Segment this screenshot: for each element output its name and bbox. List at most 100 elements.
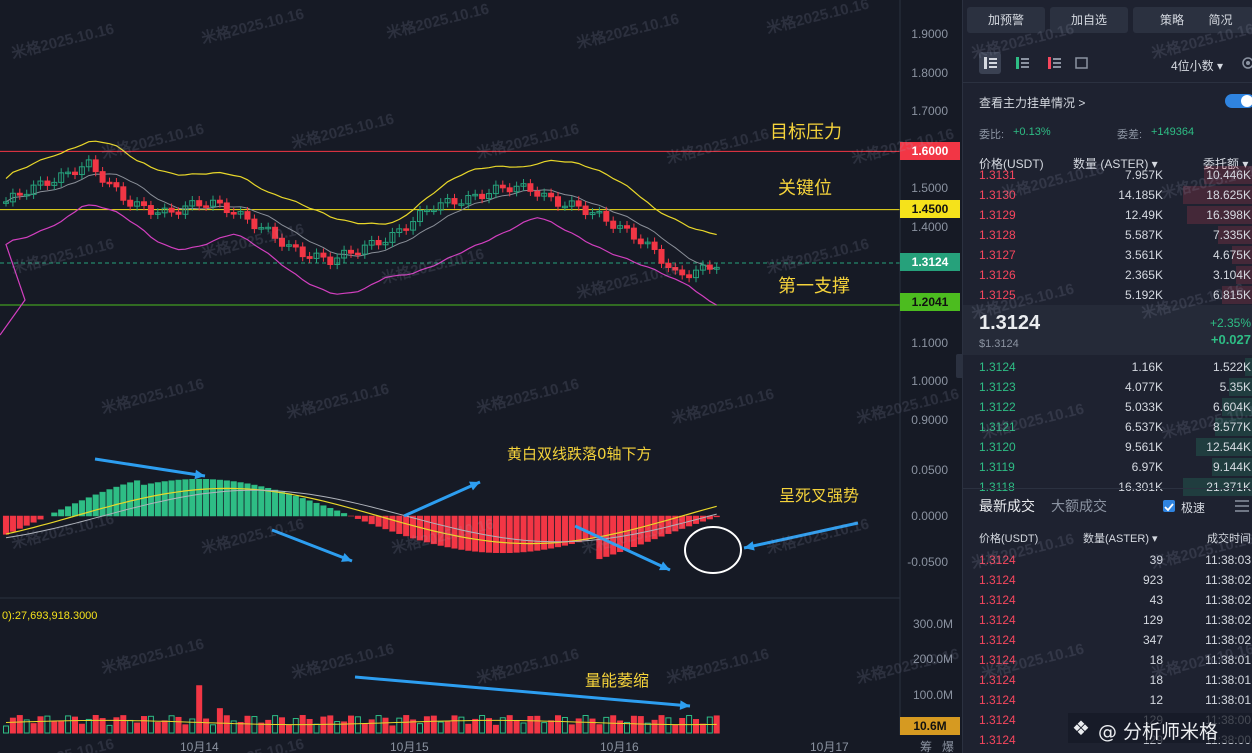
book-row[interactable]: 1.3124 1.16K 1.522K	[963, 357, 1252, 377]
book-bids-icon[interactable]	[1011, 52, 1033, 74]
candle-body	[320, 252, 327, 258]
macd-bar	[396, 515, 403, 534]
trend-arrow	[94, 457, 206, 478]
volume-bar	[706, 716, 713, 734]
book-qty: 3.561K	[1124, 248, 1163, 262]
candle-body	[203, 205, 210, 208]
book-row[interactable]: 1.3128 5.587K 7.335K	[963, 225, 1252, 245]
trade-row: 1.3124 18 11:38:01	[963, 650, 1252, 670]
add-alert-button[interactable]: 加预警	[967, 7, 1045, 33]
macd-bar	[37, 515, 44, 520]
summary-button[interactable]: 简况	[1188, 7, 1252, 33]
volume-bar	[223, 715, 230, 734]
book-amt: 4.675K	[1212, 248, 1251, 262]
macd-bar	[437, 515, 444, 546]
precision-select[interactable]: 4位小数 ▾	[1171, 57, 1223, 74]
price-tick: 1.4000	[911, 220, 948, 234]
trade-price: 1.3124	[979, 713, 1016, 727]
candle-body	[120, 186, 127, 201]
chip-icon[interactable]: 筹	[920, 738, 932, 753]
key-level-annotation: 关键位	[778, 178, 832, 199]
volume-bar	[216, 708, 223, 734]
macd-dif-line	[5, 487, 717, 545]
book-row[interactable]: 1.3125 5.192K 6.815K	[963, 285, 1252, 305]
add-watchlist-button[interactable]: 加自选	[1050, 7, 1128, 33]
book-row[interactable]: 1.3122 5.033K 6.604K	[963, 397, 1252, 417]
volume-bar	[354, 716, 361, 734]
volume-bar	[403, 715, 410, 734]
volume-bar	[610, 715, 617, 734]
candlestick-chart[interactable]	[0, 0, 962, 753]
volume-bar	[313, 723, 320, 734]
trade-price: 1.3124	[979, 633, 1016, 647]
book-row[interactable]: 1.3120 9.561K 12.544K	[963, 437, 1252, 457]
macd-bar	[161, 481, 168, 517]
volume-bar	[65, 715, 72, 734]
candle-body	[327, 256, 334, 265]
macd-bar	[306, 500, 313, 517]
book-amt: 12.544K	[1206, 440, 1251, 454]
trade-qty: 18	[1149, 673, 1163, 687]
filter-icon[interactable]	[1231, 495, 1252, 517]
book-amt: 18.625K	[1206, 188, 1251, 202]
book-asks-icon[interactable]	[1043, 52, 1065, 74]
macd-bar	[182, 479, 189, 517]
book-row[interactable]: 1.3131 7.957K 10.446K	[963, 165, 1252, 185]
trade-col-price: 价格(USDT)	[979, 533, 1039, 545]
book-qty: 1.16K	[1131, 360, 1163, 374]
book-row[interactable]: 1.3126 2.365K 3.104K	[963, 265, 1252, 285]
fast-checkbox[interactable]	[1163, 500, 1175, 512]
book-price: 1.3129	[979, 208, 1016, 222]
book-row[interactable]: 1.3119 6.97K 9.144K	[963, 457, 1252, 477]
trade-col-qty[interactable]: 数量(ASTER) ▾	[1083, 530, 1158, 546]
volume-bar	[637, 716, 644, 734]
macd-bar	[341, 513, 348, 517]
book-qty: 6.537K	[1124, 420, 1163, 434]
volume-bar	[423, 716, 430, 734]
candle-body	[306, 256, 313, 259]
book-price: 1.3127	[979, 248, 1016, 262]
book-row[interactable]: 1.3127 3.561K 4.675K	[963, 245, 1252, 265]
candle-body	[575, 200, 582, 207]
tab-latest-trades[interactable]: 最新成交	[979, 496, 1035, 516]
book-qty: 14.185K	[1118, 188, 1163, 202]
macd-bar	[51, 512, 58, 517]
book-amt: 3.104K	[1212, 268, 1251, 282]
book-row[interactable]: 1.3118 16.301K 21.371K	[963, 477, 1252, 497]
macd-bar	[444, 515, 451, 548]
volume-bar	[699, 723, 706, 734]
depth-link[interactable]: 查看主力挂单情况 >	[979, 94, 1085, 111]
book-row[interactable]: 1.3129 12.49K 16.398K	[963, 205, 1252, 225]
candle-body	[506, 187, 513, 193]
volume-bar	[51, 721, 58, 734]
death-cross-annotation: 呈死叉强势	[779, 486, 860, 505]
macd-bar	[527, 515, 534, 552]
depth-toggle[interactable]	[1225, 94, 1252, 108]
book-row[interactable]: 1.3130 14.185K 18.625K	[963, 185, 1252, 205]
macd-bar	[196, 478, 203, 517]
book-price: 1.3121	[979, 420, 1016, 434]
macd-bar	[2, 515, 10, 535]
liquidation-icon[interactable]: 爆	[942, 738, 954, 753]
candle-body	[299, 246, 306, 258]
trade-time: 11:38:01	[1205, 673, 1251, 687]
book-row[interactable]: 1.3123 4.077K 5.35K	[963, 377, 1252, 397]
book-both-icon[interactable]	[979, 52, 1001, 74]
volume-annotation: 量能萎缩	[585, 671, 650, 690]
macd-dea-line	[5, 489, 717, 543]
book-row[interactable]: 1.3121 6.537K 8.577K	[963, 417, 1252, 437]
candle-body	[686, 274, 693, 279]
tab-large-trades[interactable]: 大额成交	[1051, 496, 1107, 516]
macd-tick: -0.0500	[907, 555, 948, 569]
book-price: 1.3126	[979, 268, 1016, 282]
macd-bar	[154, 482, 161, 517]
settings-icon[interactable]	[1237, 52, 1252, 74]
candle-body	[582, 205, 589, 216]
volume-bar	[630, 715, 637, 734]
volume-bar	[534, 715, 541, 734]
layout-icon[interactable]	[1071, 52, 1093, 74]
last-price: 1.3124	[979, 312, 1041, 334]
chart-area[interactable]: 1.9000 1.8000 1.7000 1.5000 1.4000 1.100…	[0, 0, 962, 753]
diff-label: 委差:	[1117, 129, 1143, 141]
candle-body	[672, 266, 679, 271]
